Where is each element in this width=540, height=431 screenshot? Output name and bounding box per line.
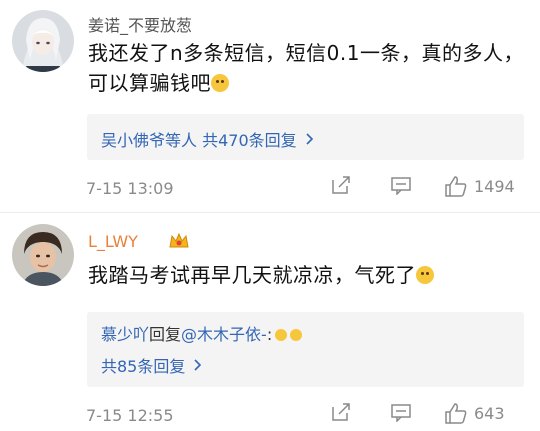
- reply-target[interactable]: @木木子依-: [181, 325, 267, 344]
- like-count: 643: [474, 403, 505, 423]
- comment-body: 我踏马考试再早几天就凉凉，气死了: [88, 263, 416, 287]
- vip-crown-icon: [168, 231, 190, 251]
- reply-preview-box[interactable]: 慕少吖回复@木木子依-: 共85条回复: [87, 312, 524, 387]
- chevron-right-icon: [193, 357, 202, 376]
- repost-button[interactable]: [330, 402, 352, 422]
- reply-preview-line: 慕少吖回复@木木子依-:: [101, 321, 303, 345]
- reply-total: 共85条回复: [101, 357, 186, 376]
- angry-emoji-icon: [416, 266, 434, 284]
- comment-item: L_LWY 我踏马考试再早几天就凉凉，气死了 慕少吖回复@木木子依-: 共85条…: [0, 0, 540, 425]
- repost-icon: [332, 403, 350, 421]
- reply-total-link[interactable]: 共85条回复: [101, 353, 202, 377]
- comment-button[interactable]: [390, 402, 412, 422]
- reply-user[interactable]: 慕少吖: [101, 325, 149, 344]
- like-icon: [445, 403, 467, 424]
- timestamp: 7-15 12:55: [86, 406, 174, 425]
- reply-word: 回复: [149, 325, 182, 344]
- reply-colon: :: [266, 325, 273, 344]
- comment-text: 我踏马考试再早几天就凉凉，气死了: [88, 260, 528, 290]
- username[interactable]: L_LWY: [88, 232, 138, 251]
- comment-icon: [391, 404, 411, 422]
- cry-emoji-icon: [275, 329, 288, 341]
- avatar[interactable]: [12, 224, 74, 286]
- like-button[interactable]: 643: [444, 402, 505, 424]
- cry-emoji-icon: [290, 329, 303, 341]
